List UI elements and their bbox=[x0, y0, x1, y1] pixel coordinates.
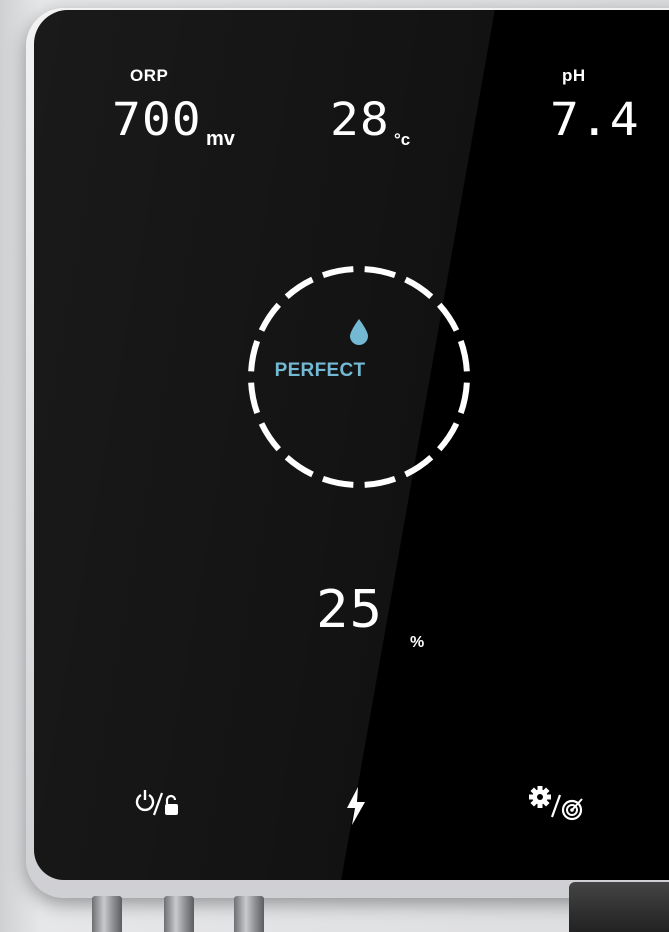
control-panel: ORP 700 mv 28 °c pH 7.4 PERFECT 25 % bbox=[34, 10, 669, 880]
ring-segment bbox=[436, 302, 460, 332]
temperature-unit: °c bbox=[394, 130, 411, 149]
orp-unit: mv bbox=[206, 128, 235, 150]
connector-2 bbox=[164, 896, 194, 932]
ring-segment bbox=[321, 475, 354, 488]
connector-3 bbox=[234, 896, 264, 932]
ring-segment bbox=[404, 276, 434, 300]
ring-segment bbox=[284, 276, 314, 300]
ring-segment bbox=[248, 382, 261, 415]
bottom-connectors bbox=[0, 880, 669, 932]
percent-unit: % bbox=[410, 634, 425, 651]
lightning-bolt-icon bbox=[347, 787, 365, 825]
status-text: PERFECT bbox=[274, 360, 366, 381]
ph-label: pH bbox=[562, 66, 586, 85]
ring-segment bbox=[258, 422, 282, 452]
temperature-value: 28 bbox=[330, 93, 390, 147]
cable-gland bbox=[569, 882, 669, 932]
orp-label: ORP bbox=[130, 66, 169, 85]
ring-segment bbox=[404, 454, 434, 478]
gear-target-icon bbox=[529, 786, 583, 821]
ring-segment bbox=[258, 302, 282, 332]
ph-value: 7.4 bbox=[550, 93, 640, 147]
percent-value: 25 bbox=[316, 579, 384, 640]
connector-1 bbox=[92, 896, 122, 932]
orp-value: 700 bbox=[112, 93, 202, 147]
ring-segment bbox=[436, 422, 460, 452]
ring-segment bbox=[321, 266, 354, 279]
water-drop-icon bbox=[350, 319, 368, 345]
ring-segment bbox=[364, 475, 397, 488]
power-unlock-icon bbox=[135, 790, 178, 816]
ring-segment bbox=[457, 382, 470, 415]
ring-segment bbox=[364, 266, 397, 279]
settings-target-button[interactable] bbox=[526, 780, 590, 828]
boost-button[interactable] bbox=[324, 782, 388, 830]
ring-segment bbox=[284, 454, 314, 478]
power-lock-button[interactable] bbox=[126, 780, 190, 828]
